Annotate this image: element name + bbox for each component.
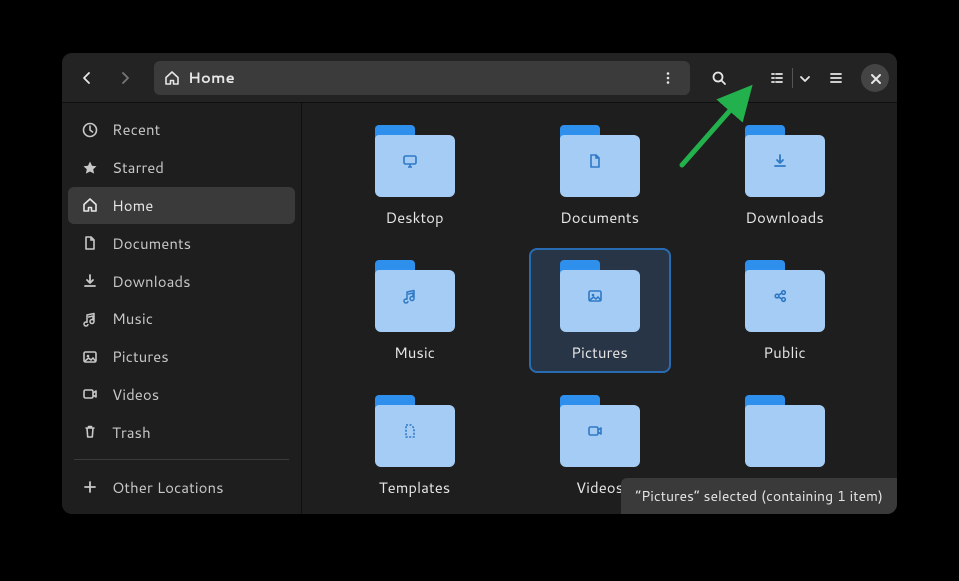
folder-icon [745,395,825,467]
sidebar-item-label: Trash [112,422,151,443]
sidebar-item-label: Other Locations [112,477,224,498]
plus-icon [82,479,98,495]
kebab-icon [660,70,676,86]
picture-icon [587,288,613,314]
sidebar: Recent Starred Home Documents Downloads … [62,103,302,514]
status-text: “Pictures” selected (containing 1 item) [635,486,883,506]
folder-label: Videos [576,477,623,498]
sidebar-item-videos[interactable]: Videos [68,376,295,414]
sidebar-item-music[interactable]: Music [68,300,295,338]
sidebar-item-documents[interactable]: Documents [68,224,295,262]
sidebar-item-other-locations[interactable]: Other Locations [68,468,295,506]
folder-label: Documents [560,207,639,228]
folder-icon [560,125,640,197]
video-icon [82,386,98,402]
download-icon [772,153,798,179]
chevron-left-icon [79,70,95,86]
home-icon [164,70,180,86]
file-manager-window: Home Re [62,53,897,514]
folder-public[interactable]: Public [714,248,856,373]
sidebar-item-label: Starred [112,157,164,178]
list-icon [769,70,785,86]
menu-icon [828,70,844,86]
star-icon [82,160,98,176]
home-icon [82,197,98,213]
close-button[interactable] [861,64,889,92]
folder-templates[interactable]: Templates [344,383,486,508]
folder-downloads[interactable]: Downloads [714,113,856,238]
download-icon [82,273,98,289]
folder-documents[interactable]: Documents [529,113,671,238]
sidebar-item-label: Pictures [112,346,169,367]
path-current-location: Home [164,67,235,88]
picture-icon [82,349,98,365]
path-menu-button[interactable] [656,66,680,90]
view-switcher [762,61,815,95]
hamburger-button[interactable] [819,61,853,95]
music-icon [402,288,428,314]
path-label: Home [188,67,235,88]
back-button[interactable] [70,61,104,95]
folder-icon [560,260,640,332]
folder-icon [745,125,825,197]
folder-desktop[interactable]: Desktop [344,113,486,238]
sidebar-divider [74,459,289,460]
list-view-button[interactable] [762,61,792,95]
sidebar-item-label: Home [112,195,153,216]
trash-icon [82,424,98,440]
folder-music[interactable]: Music [344,248,486,373]
sidebar-item-label: Videos [112,384,159,405]
folder-pictures[interactable]: Pictures [529,248,671,373]
sidebar-item-label: Documents [112,233,191,254]
folder-icon [375,125,455,197]
clock-icon [82,122,98,138]
close-icon [868,71,882,85]
folder-icon [560,395,640,467]
sidebar-item-pictures[interactable]: Pictures [68,338,295,376]
forward-button[interactable] [108,61,142,95]
template-icon [402,423,428,449]
sidebar-item-recent[interactable]: Recent [68,111,295,149]
document-icon [82,235,98,251]
folder-icon [375,260,455,332]
sidebar-item-label: Downloads [112,271,191,292]
folder-label: Public [763,342,805,363]
chevron-down-icon [797,71,811,85]
folder-label: Downloads [745,207,824,228]
sidebar-item-starred[interactable]: Starred [68,149,295,187]
folder-label: Templates [379,477,450,498]
header-bar: Home [62,53,897,103]
view-options-button[interactable] [793,61,815,95]
sidebar-item-trash[interactable]: Trash [68,413,295,451]
share-icon [772,288,798,314]
sidebar-item-home[interactable]: Home [68,187,295,225]
folder-label: Pictures [571,342,628,363]
video-icon [587,423,613,449]
content-area: Desktop Documents Downloads [302,103,897,514]
document-icon [587,153,613,179]
music-icon [82,311,98,327]
status-bar: “Pictures” selected (containing 1 item) [621,478,897,514]
folder-label: Music [394,342,435,363]
folder-icon [745,260,825,332]
sidebar-item-label: Music [112,308,153,329]
search-icon [711,70,727,86]
chevron-right-icon [117,70,133,86]
search-button[interactable] [702,61,736,95]
path-bar[interactable]: Home [154,61,690,95]
desktop-icon [402,153,428,179]
sidebar-item-downloads[interactable]: Downloads [68,262,295,300]
folder-label: Desktop [385,207,443,228]
sidebar-item-label: Recent [112,119,160,140]
icon-grid: Desktop Documents Downloads [302,103,897,514]
folder-icon [375,395,455,467]
